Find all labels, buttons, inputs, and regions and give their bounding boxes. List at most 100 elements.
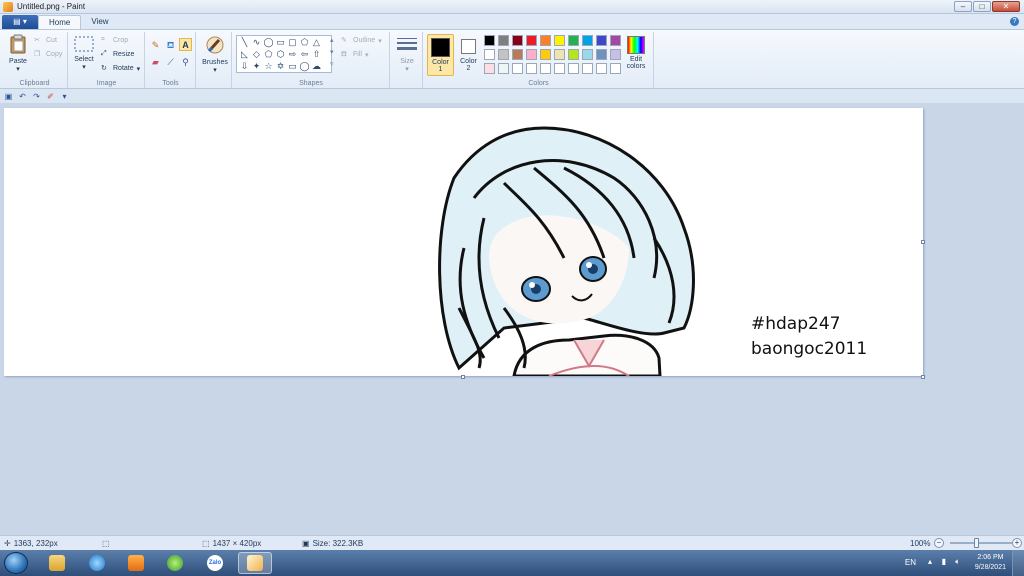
line-shape-icon[interactable]: ╲: [239, 37, 250, 48]
palette-swatch[interactable]: [582, 49, 593, 60]
palette-swatch[interactable]: [568, 49, 579, 60]
paste-button[interactable]: Paste ▾: [5, 34, 31, 73]
palette-swatch[interactable]: [582, 35, 593, 46]
fill-bucket-icon[interactable]: ⛾: [164, 38, 177, 51]
polygon-shape-icon[interactable]: ⬠: [299, 37, 310, 48]
text-tool-icon[interactable]: A: [179, 38, 192, 51]
size-button[interactable]: Size ▾: [394, 36, 420, 73]
palette-swatch[interactable]: [526, 49, 537, 60]
redo-icon[interactable]: ↷: [32, 92, 41, 101]
resize-handle-bottom[interactable]: [461, 375, 465, 379]
palette-swatch[interactable]: [596, 35, 607, 46]
fill-button[interactable]: ⛾ Fill ▾: [341, 50, 368, 59]
palette-swatch[interactable]: [610, 35, 621, 46]
rounded-rectangle-shape-icon[interactable]: ▢: [287, 37, 298, 48]
palette-swatch[interactable]: [554, 63, 565, 74]
color-picker-icon[interactable]: ⟋: [164, 55, 177, 68]
shapes-scroll[interactable]: ▴ ▾ ▿: [330, 35, 334, 71]
copy-button[interactable]: ❐ Copy: [34, 50, 62, 59]
palette-swatch[interactable]: [498, 49, 509, 60]
undo-icon[interactable]: ↶: [18, 92, 27, 101]
five-point-star-shape-icon[interactable]: ☆: [263, 61, 274, 72]
palette-swatch[interactable]: [512, 63, 523, 74]
palette-swatch[interactable]: [540, 49, 551, 60]
rotate-dropdown-icon[interactable]: ▾: [137, 65, 141, 73]
customize-toolbar-icon[interactable]: ▾: [60, 92, 69, 101]
pencil-tool-icon[interactable]: ✎: [149, 38, 162, 51]
up-arrow-shape-icon[interactable]: ⇧: [311, 49, 322, 60]
brushes-dropdown-icon[interactable]: ▾: [201, 66, 229, 74]
palette-swatch[interactable]: [526, 35, 537, 46]
drawing-canvas[interactable]: #hdap247 baongoc2011: [4, 108, 923, 376]
minimize-button[interactable]: –: [954, 1, 972, 12]
paint-app-icon[interactable]: [3, 1, 13, 12]
select-dropdown-icon[interactable]: ▾: [72, 63, 96, 71]
close-button[interactable]: ✕: [992, 1, 1020, 12]
zoom-out-button[interactable]: −: [934, 538, 944, 548]
left-arrow-shape-icon[interactable]: ⇦: [299, 49, 310, 60]
start-button[interactable]: [4, 552, 28, 574]
palette-swatch[interactable]: [596, 49, 607, 60]
four-point-star-shape-icon[interactable]: ✦: [251, 61, 262, 72]
taskbar-media-player[interactable]: [119, 552, 153, 574]
palette-swatch[interactable]: [540, 35, 551, 46]
oval-shape-icon[interactable]: ◯: [263, 37, 274, 48]
zoom-slider-thumb[interactable]: [974, 538, 979, 548]
clock[interactable]: 2:06 PM 9/28/2021: [975, 553, 1006, 573]
triangle-shape-icon[interactable]: △: [311, 37, 322, 48]
callout-oval-shape-icon[interactable]: ◯: [299, 61, 310, 72]
palette-swatch[interactable]: [554, 35, 565, 46]
palette-swatch[interactable]: [484, 35, 495, 46]
hexagon-shape-icon[interactable]: ⬡: [275, 49, 286, 60]
resize-handle-corner[interactable]: [921, 375, 925, 379]
taskbar-coccoc[interactable]: [158, 552, 192, 574]
color2-button[interactable]: Color 2: [455, 34, 482, 76]
resize-handle-right[interactable]: [921, 240, 925, 244]
show-hidden-icons[interactable]: ▴: [928, 557, 932, 566]
volume-icon[interactable]: 🔈︎: [955, 557, 960, 567]
zoom-slider-track[interactable]: [950, 542, 1012, 544]
save-icon[interactable]: ▣: [4, 92, 13, 101]
network-icon[interactable]: ▮: [942, 557, 946, 566]
paint-menu-button[interactable]: ▤ ▾: [2, 15, 38, 29]
tab-home[interactable]: Home: [38, 15, 82, 29]
eraser-icon[interactable]: ▰: [149, 55, 162, 68]
brushes-button[interactable]: Brushes ▾: [201, 35, 229, 74]
taskbar-ie[interactable]: [80, 552, 114, 574]
palette-swatch[interactable]: [526, 63, 537, 74]
down-arrow-shape-icon[interactable]: ⇩: [239, 61, 250, 72]
cut-button[interactable]: ✂ Cut: [34, 36, 57, 45]
taskbar-paint[interactable]: [238, 552, 272, 574]
select-button[interactable]: Select ▾: [72, 36, 96, 71]
palette-swatch[interactable]: [540, 63, 551, 74]
resize-button[interactable]: ⤢ Resize: [101, 50, 134, 59]
show-desktop-button[interactable]: [1012, 550, 1024, 576]
magnifier-icon[interactable]: ⚲: [179, 55, 192, 68]
callout-cloud-shape-icon[interactable]: ☁: [311, 61, 322, 72]
help-icon[interactable]: ?: [1010, 17, 1019, 26]
right-triangle-shape-icon[interactable]: ◺: [239, 49, 250, 60]
palette-swatch[interactable]: [610, 49, 621, 60]
six-point-star-shape-icon[interactable]: ✡: [275, 61, 286, 72]
paste-dropdown-icon[interactable]: ▾: [5, 65, 31, 73]
zoom-in-button[interactable]: +: [1012, 538, 1022, 548]
language-indicator[interactable]: EN: [905, 558, 916, 567]
callout-rect-shape-icon[interactable]: ▭: [287, 61, 298, 72]
palette-swatch[interactable]: [498, 63, 509, 74]
maximize-button[interactable]: □: [973, 1, 991, 12]
palette-swatch[interactable]: [498, 35, 509, 46]
diamond-shape-icon[interactable]: ◇: [251, 49, 262, 60]
rotate-button[interactable]: ↻ Rotate ▾: [101, 64, 140, 73]
crop-button[interactable]: ⌗ Crop: [101, 36, 128, 45]
palette-swatch[interactable]: [610, 63, 621, 74]
tab-view[interactable]: View: [81, 15, 118, 29]
palette-swatch[interactable]: [568, 63, 579, 74]
palette-swatch[interactable]: [596, 63, 607, 74]
taskbar-explorer[interactable]: [40, 552, 74, 574]
palette-swatch[interactable]: [568, 35, 579, 46]
curve-shape-icon[interactable]: ∿: [251, 37, 262, 48]
palette-swatch[interactable]: [484, 49, 495, 60]
palette-swatch[interactable]: [512, 49, 523, 60]
outline-button[interactable]: ✎ Outline ▾: [341, 36, 382, 45]
color1-button[interactable]: Color 1: [427, 34, 454, 76]
